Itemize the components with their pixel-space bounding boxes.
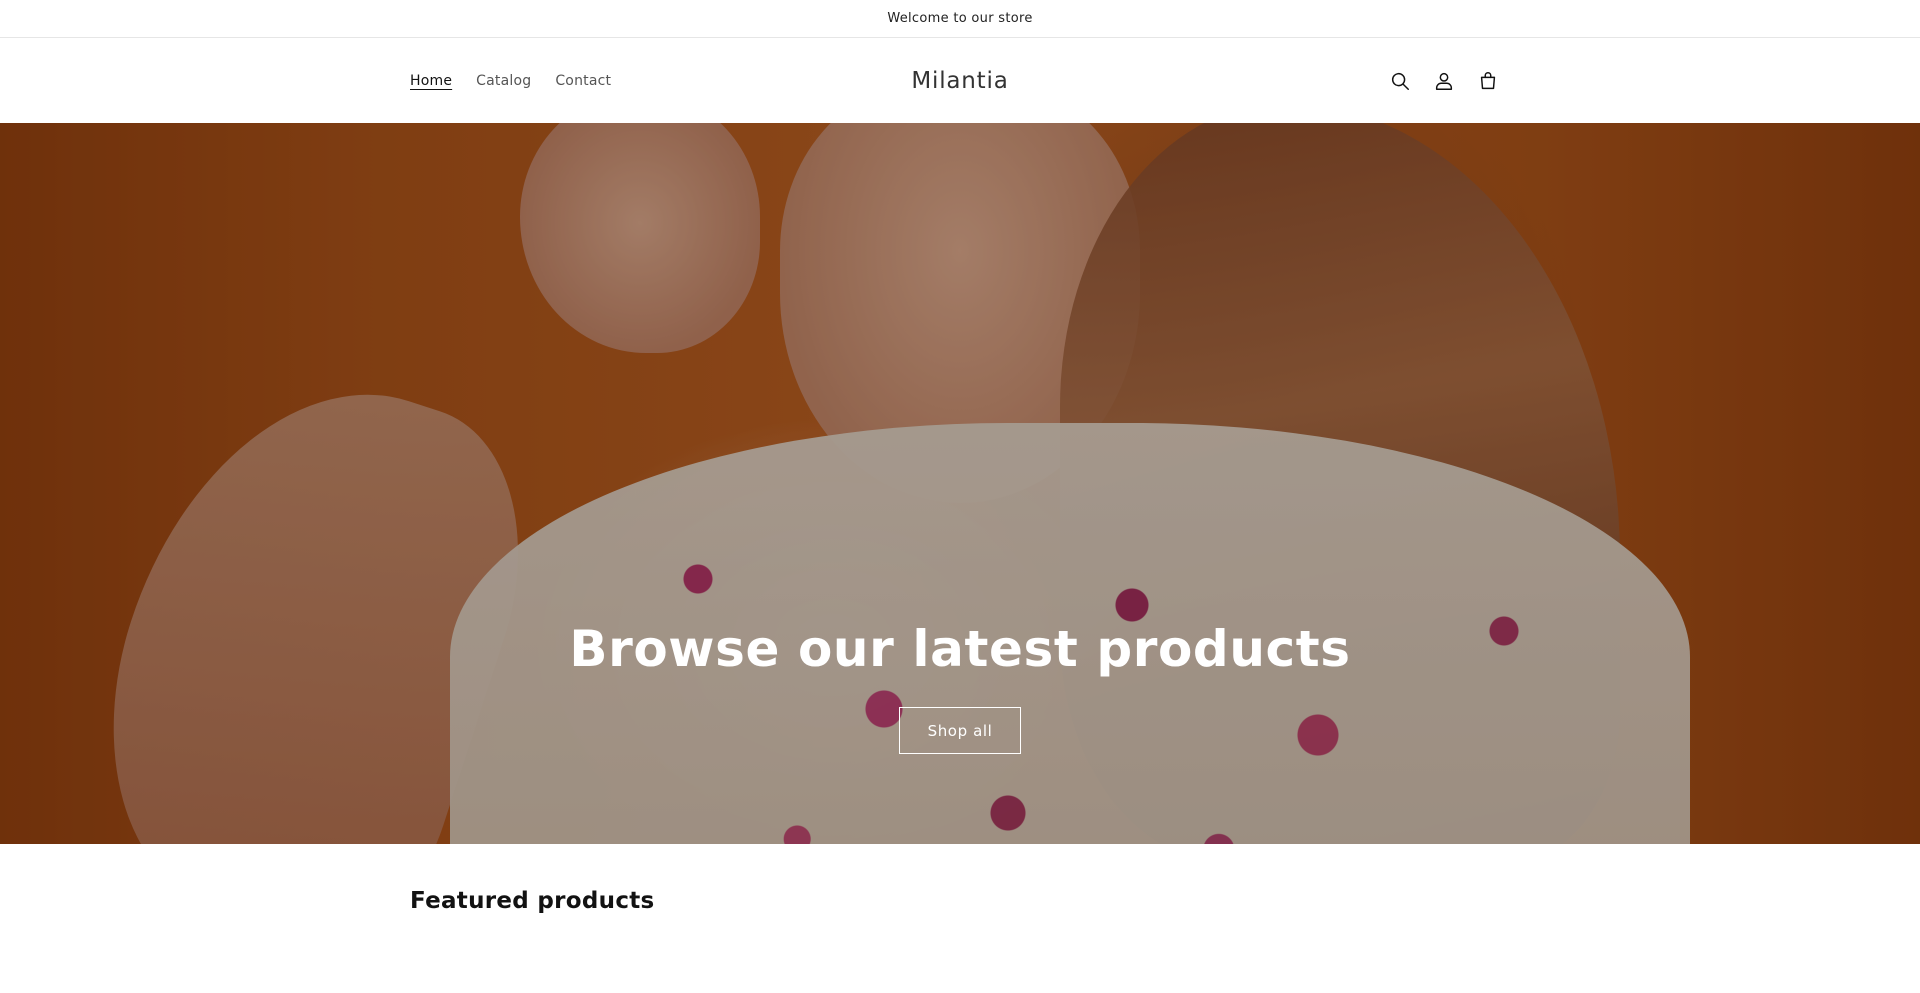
account-icon[interactable] [1430, 67, 1458, 95]
main-nav: Home Catalog Contact [410, 38, 611, 123]
featured-products-heading: Featured products [410, 888, 655, 914]
site-header: Home Catalog Contact Milantia [0, 38, 1920, 123]
header-icons [1386, 38, 1502, 123]
logo-wrapper: Milantia [0, 38, 1920, 123]
nav-home[interactable]: Home [410, 73, 452, 89]
nav-catalog[interactable]: Catalog [476, 73, 531, 89]
search-icon[interactable] [1386, 67, 1414, 95]
cart-icon[interactable] [1474, 67, 1502, 95]
hero-title: Browse our latest products [569, 620, 1351, 678]
announcement-bar: Welcome to our store [0, 0, 1920, 38]
nav-contact[interactable]: Contact [555, 73, 611, 89]
shop-all-button[interactable]: Shop all [899, 707, 1021, 754]
store-logo[interactable]: Milantia [911, 68, 1008, 94]
announcement-text: Welcome to our store [887, 11, 1033, 26]
